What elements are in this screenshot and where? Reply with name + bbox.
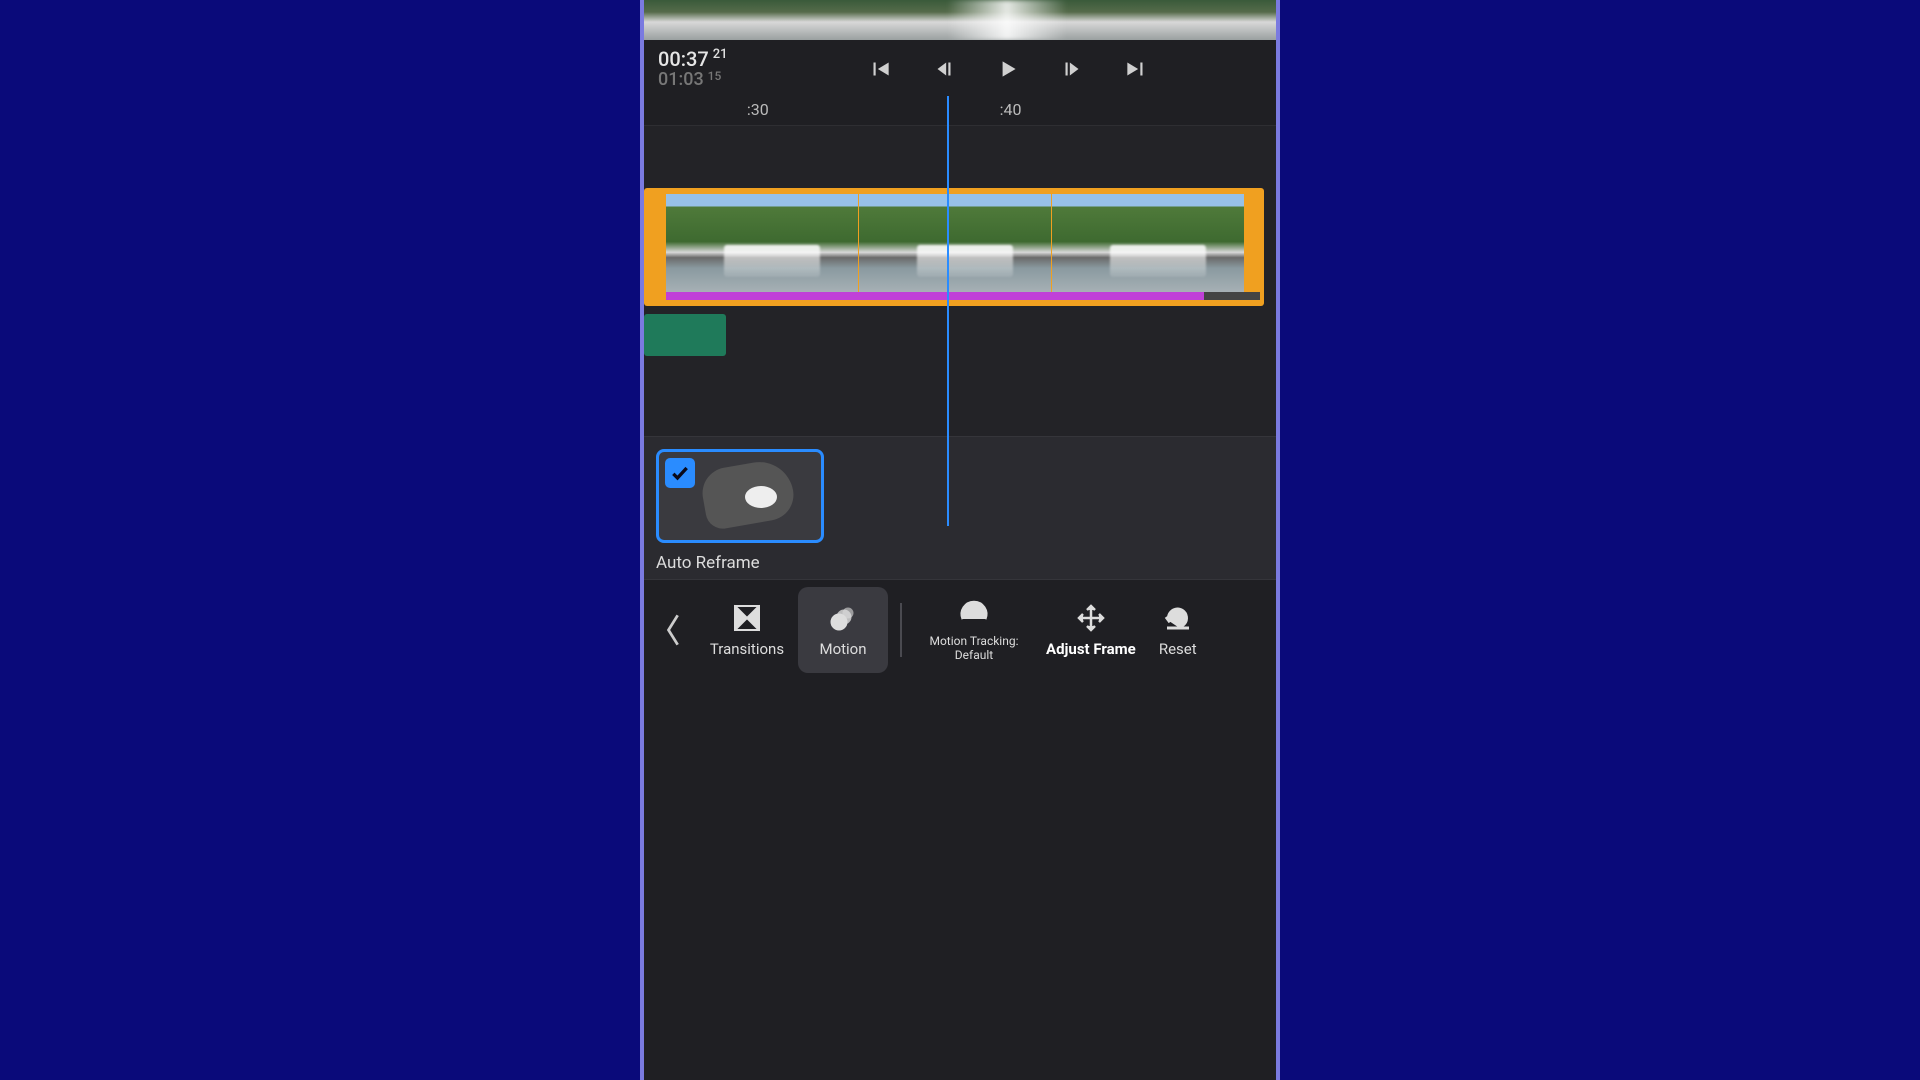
timecode-display: 00:3721 01:0315 bbox=[658, 48, 748, 90]
tool-transitions[interactable]: Transitions bbox=[702, 587, 792, 673]
skip-end-button[interactable] bbox=[1122, 55, 1150, 83]
playhead[interactable] bbox=[947, 96, 949, 526]
video-preview[interactable] bbox=[644, 0, 1276, 40]
timecode-total: 01:0315 bbox=[658, 70, 748, 90]
tool-label: Adjust Frame bbox=[1046, 640, 1136, 658]
app-screen: 00:3721 01:0315 :30 :40 bbox=[640, 0, 1280, 1080]
transport-bar: 00:3721 01:0315 bbox=[644, 40, 1276, 96]
clip-audio-tail bbox=[1204, 292, 1260, 300]
auto-reframe-icon bbox=[723, 452, 821, 540]
tool-label: Reset bbox=[1159, 640, 1197, 658]
clip-thumbnail bbox=[1052, 194, 1244, 300]
audio-clip[interactable] bbox=[644, 314, 726, 356]
auto-reframe-tile[interactable] bbox=[656, 449, 824, 543]
move-icon bbox=[1075, 602, 1107, 634]
checkmark-icon bbox=[665, 458, 695, 488]
tool-label: Transitions bbox=[710, 640, 784, 658]
gauge-icon bbox=[958, 597, 990, 629]
back-button[interactable] bbox=[652, 590, 696, 670]
clip-audio-lane bbox=[666, 292, 1204, 300]
clip-thumbnails bbox=[666, 194, 1260, 300]
bottom-toolbar: Transitions Motion Motion Tracking:Defau… bbox=[644, 579, 1276, 679]
effect-options: Auto Reframe bbox=[644, 436, 1276, 579]
clip-thumbnail bbox=[666, 194, 858, 300]
transitions-icon bbox=[731, 602, 763, 634]
skip-start-button[interactable] bbox=[866, 55, 894, 83]
video-clip[interactable] bbox=[644, 188, 1264, 306]
ruler-mark: :30 bbox=[747, 100, 769, 119]
timeline[interactable] bbox=[644, 126, 1276, 436]
tool-label: Motion bbox=[819, 640, 866, 658]
step-forward-button[interactable] bbox=[1058, 55, 1086, 83]
ruler-mark: :40 bbox=[1000, 100, 1022, 119]
tool-label: Motion Tracking:Default bbox=[929, 635, 1018, 661]
tool-adjust-frame[interactable]: Adjust Frame bbox=[1040, 587, 1142, 673]
tool-motion[interactable]: Motion bbox=[798, 587, 888, 673]
step-back-button[interactable] bbox=[930, 55, 958, 83]
undo-icon bbox=[1162, 602, 1194, 634]
toolbar-divider bbox=[900, 603, 902, 657]
timeline-ruler[interactable]: :30 :40 bbox=[644, 96, 1276, 126]
tool-reset[interactable]: Reset bbox=[1148, 587, 1208, 673]
motion-icon bbox=[827, 602, 859, 634]
tool-motion-tracking[interactable]: Motion Tracking:Default bbox=[914, 587, 1034, 673]
timecode-current: 00:3721 bbox=[658, 48, 748, 70]
clip-thumbnail bbox=[859, 194, 1051, 300]
transport-controls bbox=[754, 55, 1262, 83]
auto-reframe-label: Auto Reframe bbox=[656, 553, 1264, 573]
play-button[interactable] bbox=[994, 55, 1022, 83]
